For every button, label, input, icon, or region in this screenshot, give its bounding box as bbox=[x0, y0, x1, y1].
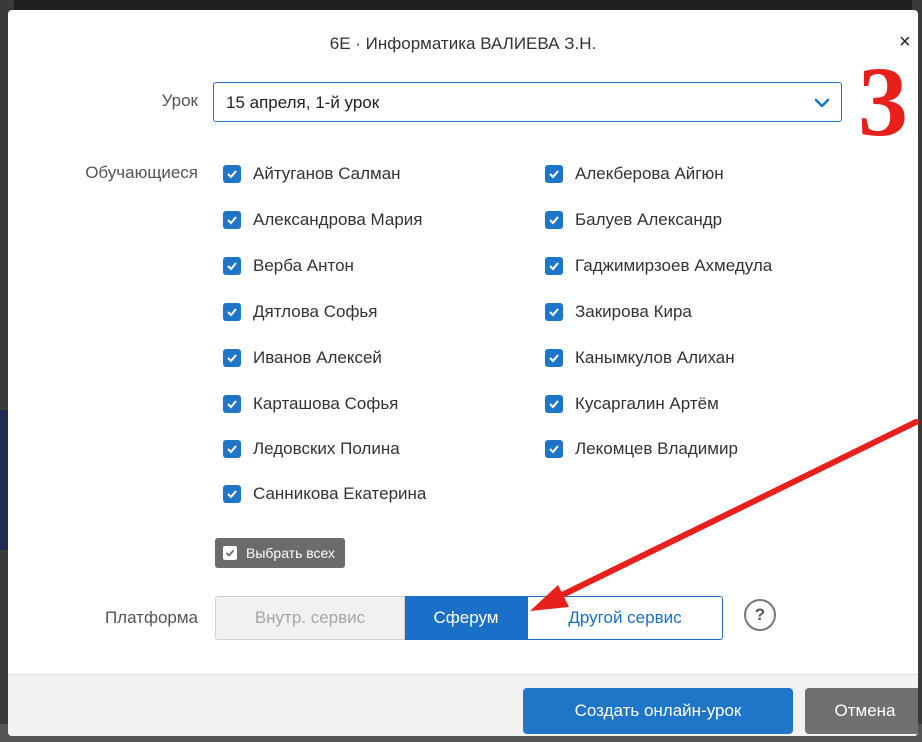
annotation-arrow-icon bbox=[530, 419, 919, 611]
